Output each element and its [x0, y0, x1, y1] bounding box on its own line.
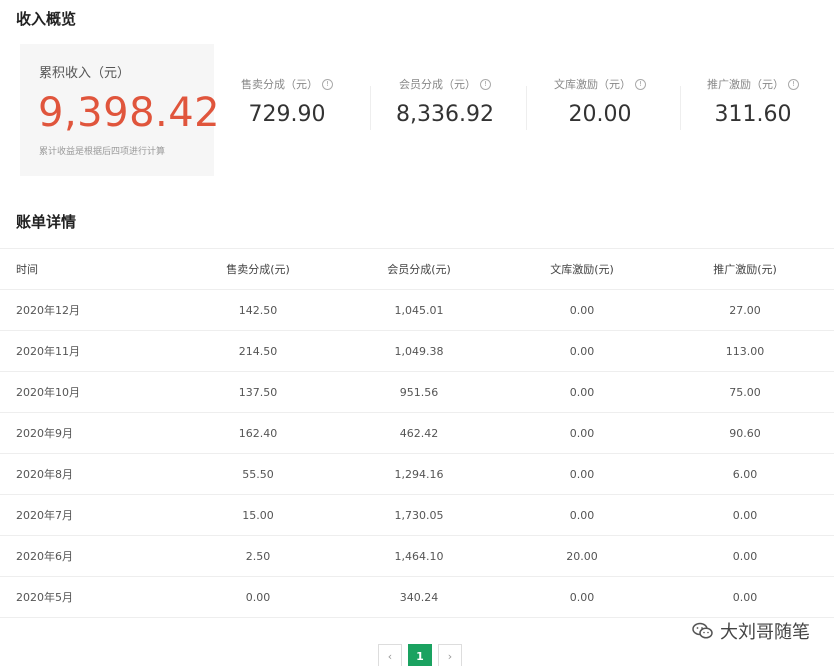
table-header-row: 时间 售卖分成(元) 会员分成(元) 文库激励(元) 推广激励(元) [0, 248, 834, 289]
stat-label: 会员分成（元） [399, 78, 476, 91]
cell-sales-share: 55.50 [242, 467, 274, 481]
cell-time: 2020年12月 [16, 304, 80, 317]
table-row: 2020年7月 15.00 1,730.05 0.00 0.00 [0, 494, 834, 535]
stat-value: 729.90 [248, 102, 326, 127]
table-row: 2020年12月 142.50 1,045.01 0.00 27.00 [0, 289, 834, 330]
header-time: 时间 [16, 263, 38, 276]
cell-member-share: 1,730.05 [394, 508, 444, 522]
cell-promotion-incentive: 0.00 [732, 549, 758, 563]
cell-library-incentive: 0.00 [569, 344, 595, 358]
table-row: 2020年8月 55.50 1,294.16 0.00 6.00 [0, 453, 834, 494]
info-icon[interactable]: ! [480, 78, 491, 90]
cell-time: 2020年6月 [16, 550, 73, 563]
info-icon[interactable]: ! [788, 78, 799, 90]
table-row: 2020年9月 162.40 462.42 0.00 90.60 [0, 412, 834, 453]
header-library-incentive: 文库激励(元) [550, 263, 614, 276]
cell-library-incentive: 0.00 [569, 508, 595, 522]
cell-time: 2020年9月 [16, 427, 73, 440]
cell-library-incentive: 0.00 [569, 426, 595, 440]
cell-time: 2020年5月 [16, 591, 73, 604]
header-member-share: 会员分成(元) [387, 263, 451, 276]
cell-sales-share: 0.00 [245, 590, 271, 604]
cell-member-share: 951.56 [399, 385, 439, 399]
cell-time: 2020年10月 [16, 386, 80, 399]
total-income-label: 累积收入（元） [39, 66, 131, 81]
total-income-card: 累积收入（元） 9,398.42 累计收益是根据后四项进行计算 [20, 44, 220, 176]
total-income-value: 9,398.42 [38, 90, 221, 136]
next-page-button[interactable]: › [438, 644, 462, 666]
cell-promotion-incentive: 6.00 [732, 467, 758, 481]
total-income-note: 累计收益是根据后四项进行计算 [39, 147, 166, 157]
stat-member-share: 会员分成（元） ! 8,336.92 [370, 76, 520, 127]
bill-title: 账单详情 [16, 213, 77, 231]
cell-member-share: 1,464.10 [394, 549, 444, 563]
cell-sales-share: 142.50 [238, 303, 278, 317]
table-row: 2020年5月 0.00 340.24 0.00 0.00 [0, 576, 834, 618]
stat-label: 推广激励（元） [707, 78, 784, 91]
cell-library-incentive: 0.00 [569, 303, 595, 317]
cell-sales-share: 15.00 [242, 508, 274, 522]
cell-library-incentive: 0.00 [569, 590, 595, 604]
prev-page-button[interactable]: ‹ [378, 644, 402, 666]
cell-member-share: 1,294.16 [394, 467, 444, 481]
pagination: ‹ 1 › [378, 644, 462, 666]
cell-promotion-incentive: 0.00 [732, 508, 758, 522]
stat-label: 文库激励（元） [554, 78, 631, 91]
info-icon[interactable]: ! [635, 78, 646, 90]
cell-promotion-incentive: 90.60 [729, 426, 761, 440]
cell-member-share: 1,049.38 [394, 344, 444, 358]
cell-sales-share: 162.40 [238, 426, 278, 440]
overview-title: 收入概览 [16, 10, 77, 28]
watermark: 大刘哥随笔 [692, 618, 810, 644]
table-row: 2020年10月 137.50 951.56 0.00 75.00 [0, 371, 834, 412]
watermark-text: 大刘哥随笔 [720, 622, 810, 643]
cell-library-incentive: 0.00 [569, 467, 595, 481]
cell-time: 2020年11月 [16, 345, 80, 358]
stat-sales-share: 售卖分成（元） ! 729.90 [212, 76, 362, 127]
bill-table: 时间 售卖分成(元) 会员分成(元) 文库激励(元) 推广激励(元) 2020年… [0, 248, 834, 618]
stat-value: 8,336.92 [396, 102, 494, 127]
cell-member-share: 1,045.01 [394, 303, 444, 317]
stat-value: 311.60 [714, 102, 792, 127]
cell-time: 2020年7月 [16, 509, 73, 522]
info-icon[interactable]: ! [322, 78, 333, 90]
page-1-button[interactable]: 1 [408, 644, 432, 666]
income-page: 收入概览 累积收入（元） 9,398.42 累计收益是根据后四项进行计算 售卖分… [0, 0, 834, 666]
wechat-icon [692, 622, 713, 639]
stat-library-incentive: 文库激励（元） ! 20.00 [525, 76, 675, 127]
cell-promotion-incentive: 75.00 [729, 385, 761, 399]
cell-member-share: 462.42 [399, 426, 439, 440]
stat-value: 20.00 [568, 102, 632, 127]
header-promotion-incentive: 推广激励(元) [713, 263, 777, 276]
table-row: 2020年11月 214.50 1,049.38 0.00 113.00 [0, 330, 834, 371]
table-row: 2020年6月 2.50 1,464.10 20.00 0.00 [0, 535, 834, 576]
cell-promotion-incentive: 27.00 [729, 303, 761, 317]
stat-label: 售卖分成（元） [241, 78, 318, 91]
stat-promotion-incentive: 推广激励（元） ! 311.60 [678, 76, 828, 127]
cell-promotion-incentive: 113.00 [725, 344, 765, 358]
cell-library-incentive: 20.00 [566, 549, 598, 563]
cell-library-incentive: 0.00 [569, 385, 595, 399]
header-sales-share: 售卖分成(元) [226, 263, 290, 276]
cell-time: 2020年8月 [16, 468, 73, 481]
cell-sales-share: 214.50 [238, 344, 278, 358]
cell-sales-share: 2.50 [245, 549, 271, 563]
cell-member-share: 340.24 [399, 590, 439, 604]
cell-promotion-incentive: 0.00 [732, 590, 758, 604]
cell-sales-share: 137.50 [238, 385, 278, 399]
